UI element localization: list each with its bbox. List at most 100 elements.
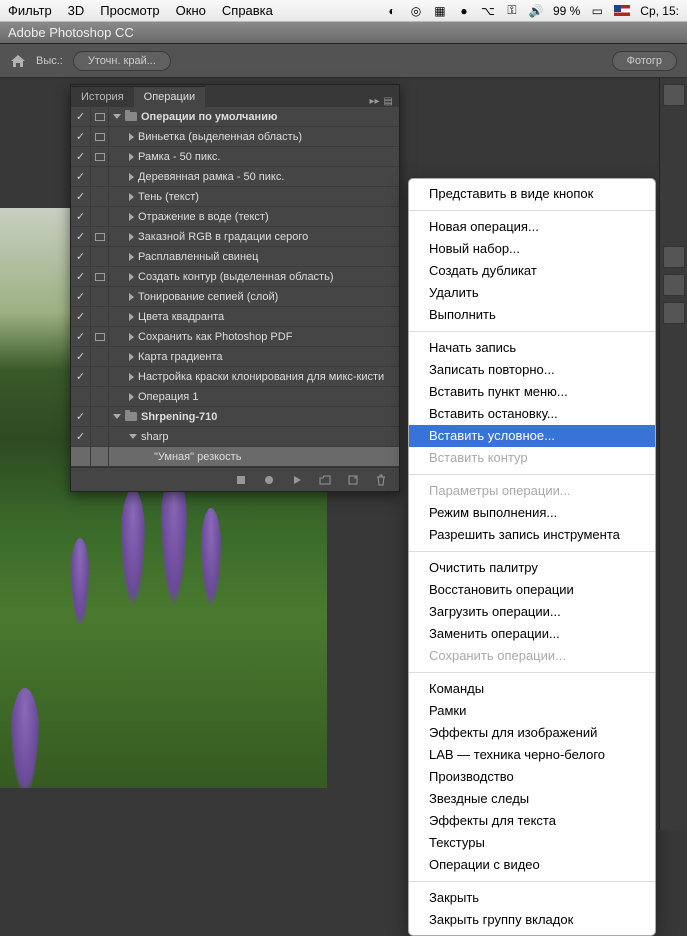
menu-item[interactable]: Начать запись bbox=[409, 337, 655, 359]
volume-icon[interactable]: 🔊 bbox=[529, 4, 543, 18]
dialog-toggle[interactable] bbox=[91, 287, 109, 306]
home-icon[interactable] bbox=[10, 54, 26, 68]
grid-icon[interactable]: ▦ bbox=[433, 4, 447, 18]
menu-item[interactable]: Эффекты для текста bbox=[409, 810, 655, 832]
toggle-checkbox[interactable]: ✓ bbox=[71, 367, 91, 386]
menu-item[interactable]: Команды bbox=[409, 678, 655, 700]
menu-item[interactable]: Представить в виде кнопок bbox=[409, 183, 655, 205]
panel-button-3[interactable] bbox=[663, 274, 685, 296]
panel-button-2[interactable] bbox=[663, 246, 685, 268]
action-row[interactable]: ✓Отражение в воде (текст) bbox=[71, 207, 399, 227]
tab-history[interactable]: История bbox=[71, 86, 134, 107]
toggle-checkbox[interactable]: ✓ bbox=[71, 227, 91, 246]
dot-icon[interactable]: ● bbox=[457, 4, 471, 18]
menu-item[interactable]: Закрыть bbox=[409, 887, 655, 909]
menu-item[interactable]: Восстановить операции bbox=[409, 579, 655, 601]
dialog-toggle[interactable] bbox=[91, 247, 109, 266]
menu-window[interactable]: Окно bbox=[176, 3, 206, 18]
dialog-toggle[interactable] bbox=[91, 127, 109, 146]
menu-item[interactable]: Эффекты для изображений bbox=[409, 722, 655, 744]
dialog-toggle[interactable] bbox=[91, 207, 109, 226]
menu-item[interactable]: Вставить остановку... bbox=[409, 403, 655, 425]
menu-view[interactable]: Просмотр bbox=[100, 3, 159, 18]
dialog-toggle[interactable] bbox=[91, 167, 109, 186]
battery-icon[interactable]: ▭ bbox=[590, 4, 604, 18]
menu-item[interactable]: Вставить условное... bbox=[409, 425, 655, 447]
flyout-menu-icon[interactable]: ▤ bbox=[384, 96, 393, 107]
menu-item[interactable]: Заменить операции... bbox=[409, 623, 655, 645]
disclosure-triangle-icon[interactable] bbox=[113, 414, 121, 419]
disclosure-triangle-icon[interactable] bbox=[129, 233, 134, 241]
action-row[interactable]: ✓Сохранить как Photoshop PDF bbox=[71, 327, 399, 347]
disclosure-triangle-icon[interactable] bbox=[129, 313, 134, 321]
toggle-checkbox[interactable]: ✓ bbox=[71, 207, 91, 226]
tab-actions[interactable]: Операции bbox=[134, 86, 205, 107]
panel-button-1[interactable] bbox=[663, 84, 685, 106]
toggle-checkbox[interactable]: ✓ bbox=[71, 427, 91, 446]
disclosure-triangle-icon[interactable] bbox=[129, 333, 134, 341]
toggle-checkbox[interactable] bbox=[71, 387, 91, 406]
toggle-checkbox[interactable]: ✓ bbox=[71, 327, 91, 346]
record-icon[interactable] bbox=[263, 474, 275, 486]
menu-item[interactable]: Звездные следы bbox=[409, 788, 655, 810]
refine-edge-button[interactable]: Уточн. край... bbox=[73, 51, 171, 71]
action-row[interactable]: ✓Операции по умолчанию bbox=[71, 107, 399, 127]
dialog-toggle[interactable] bbox=[91, 347, 109, 366]
action-row[interactable]: ✓Расплавленный свинец bbox=[71, 247, 399, 267]
dialog-toggle[interactable] bbox=[91, 107, 109, 126]
action-row[interactable]: Операция 1 bbox=[71, 387, 399, 407]
toggle-checkbox[interactable]: ✓ bbox=[71, 147, 91, 166]
disclosure-triangle-icon[interactable] bbox=[129, 373, 134, 381]
stop-icon[interactable] bbox=[235, 474, 247, 486]
dialog-toggle[interactable] bbox=[91, 267, 109, 286]
panel-button-4[interactable] bbox=[663, 302, 685, 324]
menu-item[interactable]: Выполнить bbox=[409, 304, 655, 326]
disclosure-triangle-icon[interactable] bbox=[129, 353, 134, 361]
menu-help[interactable]: Справка bbox=[222, 3, 273, 18]
toggle-checkbox[interactable]: ✓ bbox=[71, 407, 91, 426]
action-row[interactable]: ✓Создать контур (выделенная область) bbox=[71, 267, 399, 287]
collapse-icon[interactable]: ▸▸ bbox=[370, 96, 380, 107]
disclosure-triangle-icon[interactable] bbox=[129, 434, 137, 439]
menu-item[interactable]: Производство bbox=[409, 766, 655, 788]
dialog-toggle[interactable] bbox=[91, 387, 109, 406]
dialog-toggle[interactable] bbox=[91, 367, 109, 386]
dialog-toggle[interactable] bbox=[91, 307, 109, 326]
dialog-toggle[interactable] bbox=[91, 447, 109, 466]
menu-item[interactable]: Вставить пункт меню... bbox=[409, 381, 655, 403]
action-row[interactable]: ✓sharp bbox=[71, 427, 399, 447]
new-set-icon[interactable] bbox=[319, 474, 331, 486]
menu-item[interactable]: Загрузить операции... bbox=[409, 601, 655, 623]
disclosure-triangle-icon[interactable] bbox=[129, 153, 134, 161]
dialog-toggle[interactable] bbox=[91, 187, 109, 206]
menu-item[interactable]: Рамки bbox=[409, 700, 655, 722]
wifi-icon[interactable]: ⚿ bbox=[505, 4, 519, 18]
disclosure-triangle-icon[interactable] bbox=[129, 193, 134, 201]
disclosure-triangle-icon[interactable] bbox=[129, 293, 134, 301]
menu-item[interactable]: Очистить палитру bbox=[409, 557, 655, 579]
menu-item[interactable]: Разрешить запись инструмента bbox=[409, 524, 655, 546]
toggle-checkbox[interactable]: ✓ bbox=[71, 307, 91, 326]
dialog-toggle[interactable] bbox=[91, 327, 109, 346]
menu-item[interactable]: Создать дубликат bbox=[409, 260, 655, 282]
toggle-checkbox[interactable] bbox=[71, 447, 91, 466]
toggle-checkbox[interactable]: ✓ bbox=[71, 347, 91, 366]
disclosure-triangle-icon[interactable] bbox=[129, 253, 134, 261]
menu-filter[interactable]: Фильтр bbox=[8, 3, 52, 18]
menu-item[interactable]: Удалить bbox=[409, 282, 655, 304]
action-row[interactable]: ✓Shrpening-710 bbox=[71, 407, 399, 427]
action-row[interactable]: ✓Цвета квадранта bbox=[71, 307, 399, 327]
menu-3d[interactable]: 3D bbox=[68, 3, 85, 18]
dialog-toggle[interactable] bbox=[91, 147, 109, 166]
menu-item[interactable]: Новая операция... bbox=[409, 216, 655, 238]
photographer-button[interactable]: Фотогр bbox=[612, 51, 677, 71]
disclosure-triangle-icon[interactable] bbox=[129, 393, 134, 401]
new-action-icon[interactable] bbox=[347, 474, 359, 486]
toggle-checkbox[interactable]: ✓ bbox=[71, 167, 91, 186]
action-row[interactable]: ✓Виньетка (выделенная область) bbox=[71, 127, 399, 147]
action-row[interactable]: ✓Рамка - 50 пикс. bbox=[71, 147, 399, 167]
action-row[interactable]: ✓Тень (текст) bbox=[71, 187, 399, 207]
menu-item[interactable]: Новый набор... bbox=[409, 238, 655, 260]
disclosure-triangle-icon[interactable] bbox=[113, 114, 121, 119]
menu-item[interactable]: Закрыть группу вкладок bbox=[409, 909, 655, 931]
